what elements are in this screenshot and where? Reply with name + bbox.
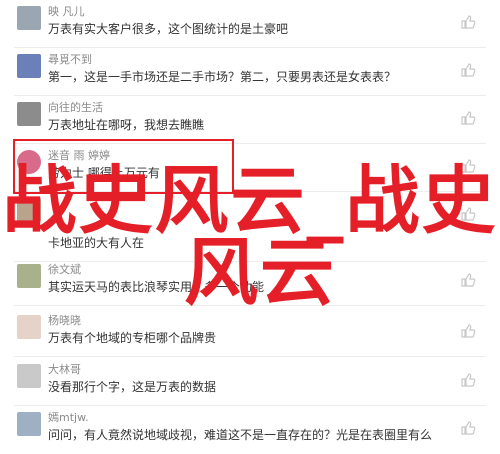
comment-item: 向往的生活 万表地址在哪呀，我想去瞧瞧 <box>0 96 500 144</box>
commenter-name[interactable]: 杨晓晓 <box>48 312 81 328</box>
avatar[interactable] <box>17 364 41 388</box>
watermark-title-line2: 风云 <box>184 230 336 316</box>
comment-text: 万表有个地域的专柜哪个品牌贵 <box>48 331 217 345</box>
thumbs-up-icon[interactable] <box>460 14 476 30</box>
commenter-name[interactable]: 嫣mtjw. <box>48 409 89 425</box>
avatar[interactable] <box>17 315 41 339</box>
comment-text: 万表有实大客户很多，这个图统计的是土豪吧 <box>48 22 289 36</box>
thumbs-up-icon[interactable] <box>460 62 476 78</box>
thumbs-up-icon[interactable] <box>460 420 476 436</box>
commenter-name[interactable]: 徐文斌 <box>48 261 81 277</box>
avatar[interactable] <box>17 412 41 436</box>
thumbs-up-icon[interactable] <box>460 323 476 339</box>
avatar[interactable] <box>17 6 41 30</box>
avatar[interactable] <box>17 54 41 78</box>
comment-item: 嫣mtjw. 问问，有人竟然说地域歧视，难道这不是一直存在的？光是在表圈里有么 <box>0 406 500 454</box>
avatar[interactable] <box>17 264 41 288</box>
commenter-name[interactable]: 大林哥 <box>48 361 81 377</box>
comment-text: 没看那行个字，这是万表的数据 <box>48 380 217 394</box>
commenter-name[interactable]: 映 凡儿 <box>48 3 85 19</box>
comment-item: 映 凡儿 万表有实大客户很多，这个图统计的是土豪吧 <box>0 0 500 48</box>
thumbs-up-icon[interactable] <box>460 372 476 388</box>
comment-text: 第一，这是一手市场还是二手市场？第二，只要男表还是女表表？ <box>48 70 397 84</box>
comment-text: 万表地址在哪呀，我想去瞧瞧 <box>48 118 205 132</box>
comment-text: 问问，有人竟然说地域歧视，难道这不是一直存在的？光是在表圈里有么 <box>48 428 433 442</box>
comment-item: 尋覓不到 第一，这是一手市场还是二手市场？第二，只要男表还是女表表？ <box>0 48 500 96</box>
commenter-name[interactable]: 向往的生活 <box>48 99 103 115</box>
comment-item: 大林哥 没看那行个字，这是万表的数据 <box>0 358 500 406</box>
thumbs-up-icon[interactable] <box>460 110 476 126</box>
avatar[interactable] <box>17 102 41 126</box>
comment-item: 杨晓晓 万表有个地域的专柜哪个品牌贵 <box>0 309 500 357</box>
commenter-name[interactable]: 尋覓不到 <box>48 51 92 67</box>
thumbs-up-icon[interactable] <box>460 272 476 288</box>
